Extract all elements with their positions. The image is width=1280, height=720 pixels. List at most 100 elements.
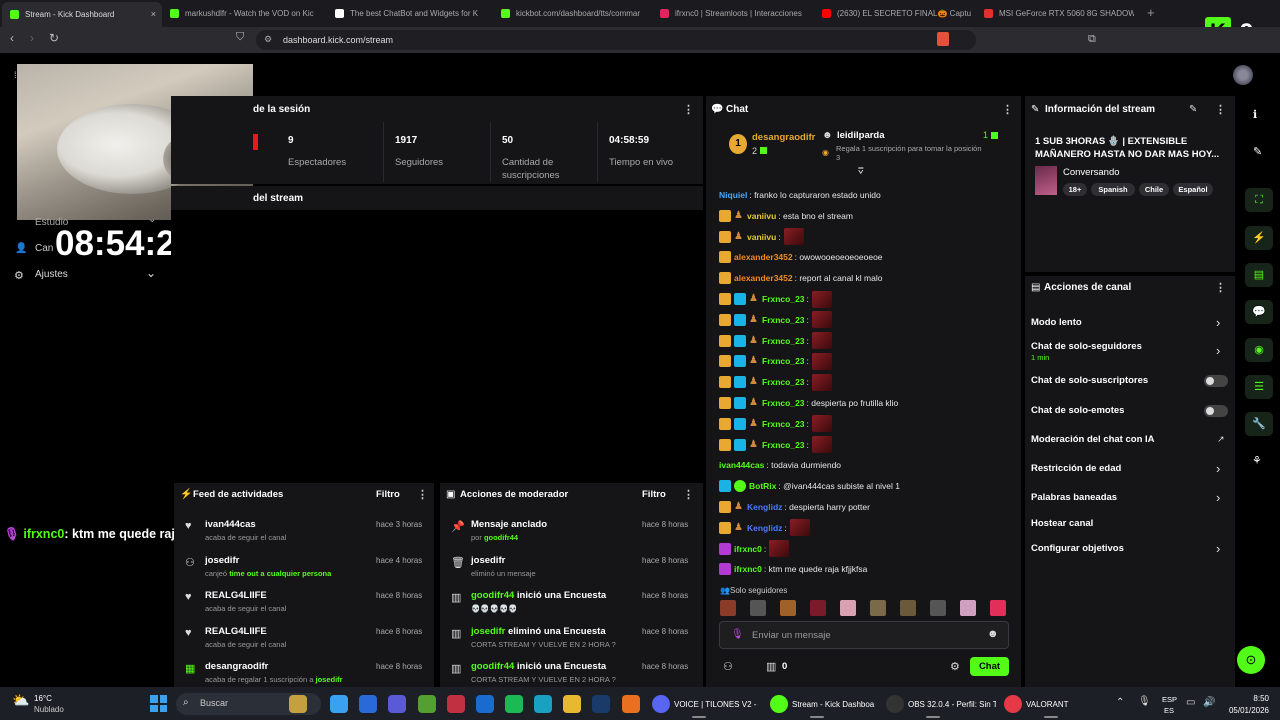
emote-icon[interactable] [960,600,976,616]
nav-item-ajustes[interactable]: Ajustes [35,269,68,280]
copilot-icon[interactable] [330,695,348,713]
app-icon[interactable] [447,695,465,713]
mod-action-title[interactable]: josedifr [471,555,505,566]
volume-icon[interactable]: 🔊 [1203,697,1215,708]
new-tab-button[interactable]: + [1147,5,1155,20]
chevron-right-icon[interactable]: › [1216,461,1220,476]
emote-icon[interactable] [780,600,796,616]
taskbar-app-label[interactable]: VALORANT [1026,700,1114,709]
tab-title[interactable]: ifrxnc0 | Streamloots | Interacciones [675,9,802,18]
emote-icon[interactable] [930,600,946,616]
tab-title[interactable]: MSI GeForce RTX 5060 8G SHADOW [999,9,1134,18]
channel-action-label[interactable]: Restricción de edad [1031,463,1121,474]
gear-icon[interactable]: ⚙ [950,660,960,673]
chat-icon[interactable]: 💬 [1245,300,1273,324]
outlook-icon[interactable] [476,695,494,713]
tab-title[interactable]: Stream - Kick Dashboard [25,10,114,19]
site-info-icon[interactable]: ⚙ [264,34,272,45]
stream-tag[interactable]: Spanish [1091,183,1135,196]
taskbar-app-label[interactable]: VOICE | TILONES V2 - [674,700,762,709]
chevron-right-icon[interactable]: › [1216,343,1220,358]
tab-title[interactable]: markushdlfr - Watch the VOD on Kic [185,9,314,18]
leaderboard-user[interactable]: desangraodifr [752,132,815,143]
taskbar-app-icon[interactable] [1004,695,1022,713]
taskbar-app-label[interactable]: OBS 32.0.4 - Perfil: Sin T [908,700,996,709]
collapse-icon[interactable]: ⩢ [858,166,863,177]
tab-title[interactable]: kickbot.com/dashboard/tts/commar [516,9,640,18]
chat-username[interactable]: Frxnco_23 [762,398,805,408]
stream-tag[interactable]: Chile [1139,183,1169,196]
chevron-down-icon[interactable]: ⌄ [148,214,156,225]
spotify-icon[interactable] [505,695,523,713]
tab-title[interactable]: The best ChatBot and Widgets for K [350,9,478,18]
chat-username[interactable]: ifrxnc0 [734,564,762,574]
lang-top[interactable]: ESP [1162,695,1177,704]
browser-tab[interactable]: (2630) EL SECRETO FINAL🎃 Captu [822,4,972,23]
leaderboard-target[interactable]: leidilparda [837,130,885,141]
chevron-right-icon[interactable]: › [1216,541,1220,556]
steam-icon[interactable] [592,695,610,713]
emote-icon[interactable] [900,600,916,616]
more-icon[interactable]: ⋮ [1215,103,1226,116]
channel-action-label[interactable]: Hostear canal [1031,518,1093,529]
toggle-switch[interactable] [1204,375,1228,387]
chat-send-button[interactable]: Chat [970,657,1009,676]
feed-username[interactable]: ivan444cas [205,519,256,530]
back-icon[interactable]: ‹ [10,31,14,45]
channel-action-label[interactable]: Moderación del chat con IA [1031,434,1155,445]
channel-action-label[interactable]: Chat de solo-suscriptores [1031,375,1148,386]
emote-icon[interactable] [720,600,736,616]
document-icon[interactable]: ▤ [1245,263,1273,287]
chat-username[interactable]: vaniivu [747,232,776,242]
broadcast-icon[interactable]: ◉ [1245,338,1273,362]
mic-icon[interactable]: 🎙 [1138,696,1151,707]
edge-icon[interactable] [534,695,552,713]
mod-action-title[interactable]: goodifr44 inició una Encuesta [471,590,606,601]
activity-filter-button[interactable]: Filtro [376,489,400,500]
extensions-icon[interactable]: ⧉ [1088,33,1096,46]
aimp-icon[interactable] [622,695,640,713]
nav-item-canal[interactable]: Can [35,243,53,254]
store-icon[interactable] [359,695,377,713]
lang-bottom[interactable]: ES [1164,706,1174,715]
more-icon[interactable]: ⋮ [1215,281,1226,294]
wrench-icon[interactable]: 🔧 [1245,412,1273,436]
queue-icon[interactable]: ☰ [1245,375,1273,399]
forward-icon[interactable]: › [30,31,34,45]
edit-icon[interactable]: ✎ [1189,104,1197,115]
chevron-right-icon[interactable]: › [1216,315,1220,330]
mod-actor[interactable]: goodifr44 [471,590,514,601]
clock-time[interactable]: 8:50 [1225,694,1269,703]
chat-username[interactable]: ivan444cas [719,460,764,470]
feed-desc-highlight[interactable]: time out a cualquier persona [229,569,331,578]
start-button[interactable] [150,695,167,712]
feed-username[interactable]: josedifr [205,555,239,566]
emote-icon[interactable] [810,600,826,616]
user-avatar[interactable] [1233,65,1253,85]
taskbar-app-icon[interactable] [652,695,670,713]
emote-icon[interactable] [840,600,856,616]
more-icon[interactable]: ⋮ [683,103,694,116]
mod-actor[interactable]: Mensaje anclado [471,519,547,530]
chat-username[interactable]: Kenglidz [747,502,782,512]
taskbar-search-label[interactable]: Buscar [200,698,228,708]
browser-tab[interactable]: MSI GeForce RTX 5060 8G SHADOW [984,4,1134,23]
nav-item-estudio[interactable]: Estudio [35,217,68,228]
folder-icon[interactable] [563,695,581,713]
chat-username[interactable]: Frxnco_23 [762,315,805,325]
mod-actor[interactable]: goodifr44 [471,661,514,672]
chat-username[interactable]: Frxnco_23 [762,377,805,387]
chat-username[interactable]: Frxnco_23 [762,294,805,304]
chat-username[interactable]: Frxnco_23 [762,419,805,429]
clock-date[interactable]: 05/01/2026 [1220,706,1269,715]
chevron-down-icon[interactable]: ⌄ [146,266,156,280]
close-icon[interactable]: × [151,9,156,19]
emoji-icon[interactable]: ☻ [987,628,999,640]
chat-username[interactable]: Frxnco_23 [762,356,805,366]
category-thumbnail[interactable] [1035,166,1057,195]
channel-action-label[interactable]: Chat de solo-seguidores [1031,341,1142,352]
pencil-icon[interactable]: ✎ [1253,145,1262,158]
xbox-icon[interactable] [418,695,436,713]
taskbar-app-icon[interactable] [886,695,904,713]
mod-action-title[interactable]: Mensaje anclado [471,519,547,530]
